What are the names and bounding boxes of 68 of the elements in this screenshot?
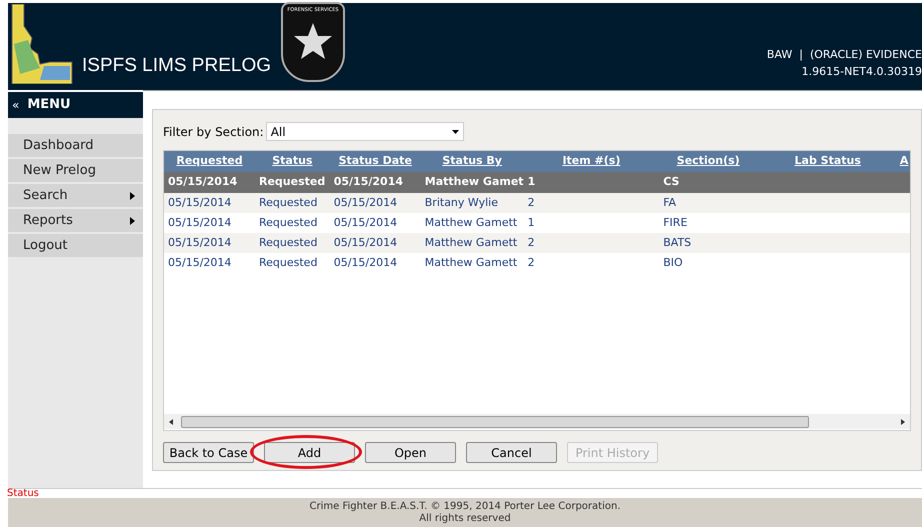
column-header-link[interactable]: Status (272, 154, 312, 168)
table-cell: 05/15/2014 (168, 256, 232, 269)
action-button[interactable]: Cancel (466, 442, 557, 463)
table-cell: Matthew Gamett (424, 256, 518, 269)
action-button[interactable]: Open (365, 442, 456, 463)
column-header-link[interactable]: Lab Status (794, 154, 861, 168)
table-cell: 05/15/2014 (168, 216, 232, 229)
table-cell: 1 (528, 175, 536, 188)
submenu-arrow-icon (130, 216, 135, 224)
column-header-link[interactable]: Status Date (338, 154, 412, 168)
footer-text: Crime Fighter B.E.A.S.T. © 1995, 2014 Porter Lee Corporation. (310, 500, 620, 512)
table-cell: 05/15/2014 (334, 256, 398, 269)
app-title: ISPFS LIMS PRELOG (82, 54, 271, 78)
table-row[interactable]: 05/15/2014 Requested 05/15/2014 Britany Wylie 2 FA (164, 193, 910, 213)
section-dropdown[interactable]: All (266, 122, 464, 141)
menu-item[interactable]: Search (8, 184, 143, 207)
table-cell: FA (663, 196, 676, 209)
menu-item[interactable]: Dashboard (8, 134, 143, 157)
scroll-right-icon (901, 418, 905, 424)
table-cell: 05/15/2014 (168, 175, 238, 188)
table-cell: 05/15/2014 (334, 196, 398, 209)
action-button[interactable]: Back to Case (163, 442, 254, 463)
dropdown-arrow-icon (452, 130, 459, 134)
table-cell: 2 (528, 256, 535, 269)
table-cell: Requested (259, 175, 326, 188)
user-info: BAW | (ORACLE) EVIDENCE (766, 47, 922, 63)
table-cell: 05/15/2014 (334, 175, 403, 188)
action-button[interactable]: Add (264, 442, 355, 463)
table-row[interactable]: 05/15/2014 Requested 05/15/2014 Matthew Gamett 1 FIRE (164, 213, 910, 233)
menu-title: MENU (27, 96, 71, 114)
table-cell: Requested (259, 196, 318, 209)
collapse-button[interactable]: « (12, 96, 20, 114)
column-header-link[interactable]: Section(s) (676, 154, 740, 168)
table-cell: 2 (528, 236, 535, 249)
column-header-link[interactable]: Requested (176, 154, 243, 168)
table-cell: 05/15/2014 (168, 236, 232, 249)
table-cell: Matthew Gamett (424, 236, 518, 249)
table-cell: 05/15/2014 (334, 236, 398, 249)
table-cell: Matthew Gamet (424, 175, 524, 188)
table-cell: 05/15/2014 (168, 196, 232, 209)
table-cell: Requested (259, 236, 318, 249)
menu-item[interactable]: Logout (8, 234, 143, 257)
table-cell: 05/15/2014 (334, 216, 398, 229)
table-cell: BIO (663, 256, 683, 269)
table-cell: 2 (528, 196, 535, 209)
submenu-arrow-icon (130, 192, 135, 200)
table-cell: Requested (259, 216, 318, 229)
scrollbar-thumb[interactable] (181, 416, 809, 428)
table-row[interactable]: 05/15/2014 Requested 05/15/2014 Matthew Gamet 1 CS (164, 172, 910, 193)
column-header-link[interactable]: Item #(s) (562, 154, 620, 168)
table-cell: Requested (259, 256, 318, 269)
table-cell: BATS (663, 236, 692, 249)
footer-text: All rights reserved (419, 512, 511, 524)
column-header-link[interactable]: Status By (442, 154, 502, 168)
table-cell: Matthew Gamett (424, 216, 518, 229)
table-cell: Britany Wylie (424, 196, 498, 209)
menu-item[interactable]: New Prelog (8, 159, 143, 182)
table-cell: CS (663, 175, 680, 188)
table-cell: FIRE (663, 216, 688, 229)
status-text: Status (7, 487, 39, 501)
horizontal-scrollbar[interactable] (164, 414, 910, 429)
menu-item[interactable]: Reports (8, 209, 143, 232)
version-text: 1.9615-NET4.0.30319 (802, 64, 922, 80)
column-header-link[interactable]: A (900, 154, 908, 168)
table-cell: 1 (528, 216, 535, 229)
filter-label: Filter by Section: (163, 124, 264, 140)
scroll-left-icon (169, 418, 173, 424)
star-icon (293, 20, 333, 60)
